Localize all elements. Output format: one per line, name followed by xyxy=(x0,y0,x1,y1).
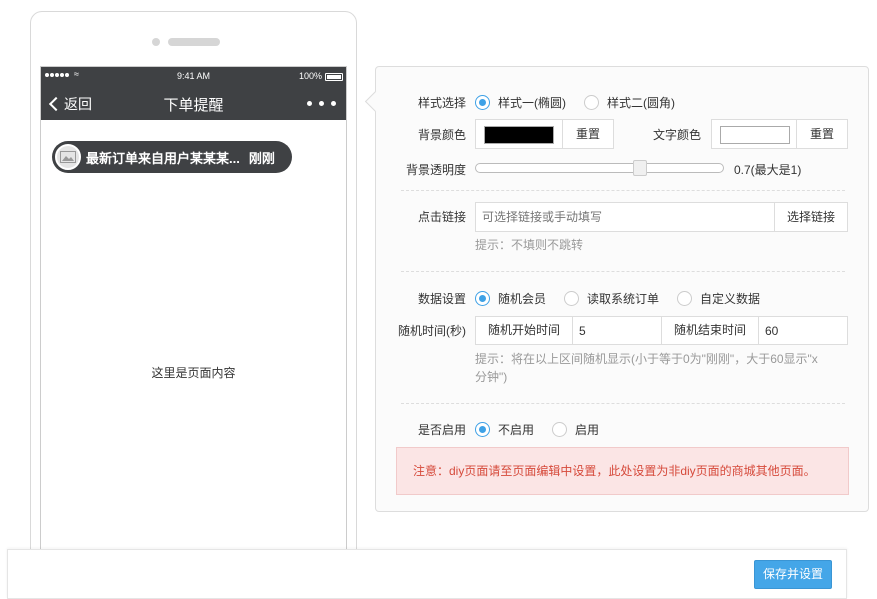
enable-radio-group: 不启用 启用 xyxy=(475,421,617,438)
toast-message: 最新订单来自用户某某某... xyxy=(86,150,240,166)
random-start-label: 随机开始时间 xyxy=(475,316,573,345)
style-option-rounded[interactable]: 样式二(圆角) xyxy=(584,94,675,111)
text-color-label: 文字颜色 xyxy=(652,128,701,142)
page-content-text: 这里是页面内容 xyxy=(151,366,236,380)
settings-panel: 样式选择 样式一(椭圆) 样式二(圆角) 背景颜色 重置 文字颜色 重置 背景透… xyxy=(375,66,869,512)
style-option-ellipse[interactable]: 样式一(椭圆) xyxy=(475,94,566,111)
save-settings-button[interactable]: 保存并设置 xyxy=(754,560,832,589)
divider xyxy=(401,190,845,191)
random-time-hint: 提示：将在以上区间随机显示(小于等于0为"刚刚"，大于60显示"x分钟") xyxy=(475,352,818,384)
opacity-label: 背景透明度 xyxy=(405,163,466,177)
toast-time: 刚刚 xyxy=(248,150,275,166)
opacity-slider[interactable] xyxy=(475,160,724,176)
link-input[interactable] xyxy=(475,202,776,232)
battery-percent: 100% xyxy=(298,71,322,81)
phone-speaker xyxy=(168,38,220,46)
order-toast: 最新订单来自用户某某某... 刚刚 xyxy=(52,141,292,173)
link-label: 点击链接 xyxy=(417,210,466,224)
more-icon[interactable] xyxy=(307,101,336,106)
bg-color-picker[interactable] xyxy=(475,119,563,149)
nav-title: 下单提醒 xyxy=(163,97,224,114)
enable-option-off[interactable]: 不启用 xyxy=(475,421,534,438)
battery-icon xyxy=(325,73,343,81)
link-hint: 提示：不填则不跳转 xyxy=(475,238,584,252)
nav-bar: 返回 下单提醒 xyxy=(41,87,346,120)
data-option-custom[interactable]: 自定义数据 xyxy=(677,290,760,307)
image-placeholder-icon xyxy=(60,151,76,163)
text-color-swatch xyxy=(720,126,790,144)
radio-dot xyxy=(475,422,490,437)
divider xyxy=(401,403,845,404)
phone-camera xyxy=(152,38,160,46)
avatar xyxy=(55,144,81,170)
enable-option-on[interactable]: 启用 xyxy=(552,421,599,438)
data-radio-group: 随机会员 读取系统订单 自定义数据 xyxy=(475,290,778,307)
radio-dot xyxy=(677,291,693,306)
style-label: 样式选择 xyxy=(417,96,466,110)
bg-color-reset-button[interactable]: 重置 xyxy=(562,119,614,149)
select-link-button[interactable]: 选择链接 xyxy=(774,202,848,232)
radio-dot xyxy=(475,291,490,306)
notice-alert: 注意：diy页面请至页面编辑中设置，此处设置为非diy页面的商城其他页面。 xyxy=(396,447,849,495)
random-end-label: 随机结束时间 xyxy=(661,316,759,345)
footer-bar: 保存并设置 xyxy=(7,549,847,599)
random-time-label: 随机时间(秒) xyxy=(398,324,466,338)
style-radio-group: 样式一(椭圆) 样式二(圆角) xyxy=(475,94,693,111)
radio-dot xyxy=(475,95,490,110)
text-color-reset-button[interactable]: 重置 xyxy=(796,119,848,149)
status-bar: ≈ 9:41 AM 100% xyxy=(41,67,346,87)
phone-preview: ≈ 9:41 AM 100% 返回 下单提醒 最新订单来自用户某某某... 刚刚… xyxy=(30,11,357,572)
bg-color-swatch xyxy=(484,126,554,144)
data-option-random-member[interactable]: 随机会员 xyxy=(475,290,546,307)
enable-label: 是否启用 xyxy=(417,423,466,437)
text-color-picker[interactable] xyxy=(711,119,799,149)
data-option-system-orders[interactable]: 读取系统订单 xyxy=(564,290,659,307)
random-start-input[interactable] xyxy=(572,316,663,345)
bg-color-label: 背景颜色 xyxy=(417,128,466,142)
phone-top xyxy=(31,12,356,67)
radio-dot xyxy=(584,95,599,110)
radio-dot xyxy=(564,291,580,306)
radio-dot xyxy=(552,422,568,437)
random-end-input[interactable] xyxy=(758,316,848,345)
divider xyxy=(401,271,845,272)
data-setting-label: 数据设置 xyxy=(417,292,466,306)
phone-screen: ≈ 9:41 AM 100% 返回 下单提醒 最新订单来自用户某某某... 刚刚… xyxy=(40,66,347,572)
slider-handle[interactable] xyxy=(633,160,647,176)
opacity-value: 0.7(最大是1) xyxy=(734,163,802,177)
